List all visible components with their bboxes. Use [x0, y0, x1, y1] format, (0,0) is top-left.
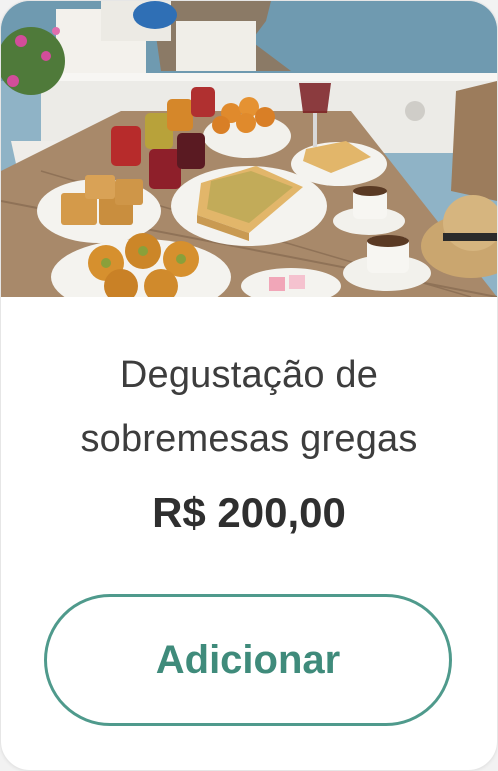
- product-title-line2: sobremesas gregas: [80, 418, 418, 460]
- product-price: R$ 200,00: [152, 489, 346, 536]
- product-title-line1: Degustação de: [119, 354, 379, 396]
- product-title: Degustação de sobremesas gregas: [1, 343, 497, 471]
- product-card: Degustação de sobremesas gregas R$ 200,0…: [0, 0, 498, 771]
- add-button-label: Adicionar: [155, 637, 341, 682]
- add-button[interactable]: Adicionar: [44, 594, 452, 726]
- product-photo: [1, 1, 497, 297]
